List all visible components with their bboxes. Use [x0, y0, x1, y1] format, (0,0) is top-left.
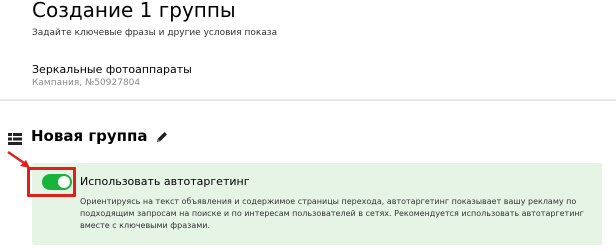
campaign-card: Зеркальные фотоаппараты Кампания, №50927…: [0, 53, 616, 100]
campaign-meta: Кампания, №50927804: [32, 78, 141, 88]
list-icon: [8, 130, 22, 145]
group-title: Новая группа: [31, 127, 148, 145]
campaign-name: Зеркальные фотоаппараты: [32, 63, 192, 76]
autotargeting-toggle[interactable]: [42, 174, 72, 190]
pencil-icon[interactable]: [155, 129, 169, 143]
autotargeting-label[interactable]: Использовать автотаргетинг: [80, 175, 249, 188]
toggle-knob: [58, 176, 70, 188]
page-subtitle: Задайте ключевые фразы и другие условия …: [32, 28, 278, 38]
autotargeting-description: Ориентируясь на текст объявления и содер…: [80, 197, 584, 230]
section-separator: [0, 100, 616, 101]
page-title: Создание 1 группы: [32, 0, 236, 22]
group-header: Новая группа: [8, 126, 169, 146]
